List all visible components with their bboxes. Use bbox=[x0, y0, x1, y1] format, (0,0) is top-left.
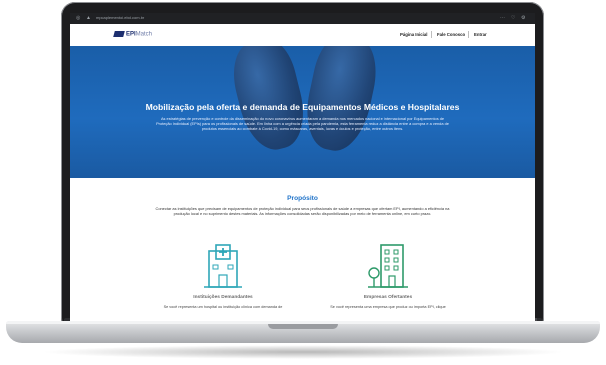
settings-icon[interactable]: ⚙ bbox=[521, 15, 525, 21]
logo-text-secondary: Match bbox=[135, 31, 153, 38]
nav-entrar[interactable]: Entrar bbox=[474, 32, 487, 37]
site-logo[interactable]: EPIMatch bbox=[113, 31, 153, 38]
hero-description: As estratégias de prevenção e controle d… bbox=[156, 116, 449, 132]
heart-icon[interactable]: ♡ bbox=[511, 15, 515, 21]
logo-mark-icon bbox=[113, 31, 125, 37]
laptop-screen: ◎ ▲ mpcaplementoi.ebd.com.br ⋯ ♡ ⚙ EPIMa… bbox=[70, 13, 535, 321]
site-header: EPIMatch Página Inicial Fale Conosco Ent… bbox=[70, 24, 535, 47]
laptop-shadow bbox=[40, 345, 566, 359]
shield-icon[interactable]: ◎ bbox=[76, 15, 80, 21]
laptop-notch bbox=[268, 324, 338, 329]
logo-text: EPI bbox=[126, 31, 136, 38]
left-glove-image bbox=[225, 46, 313, 156]
browser-toolbar: ◎ ▲ mpcaplementoi.ebd.com.br ⋯ ♡ ⚙ bbox=[70, 13, 535, 24]
card-title-instituicoes: Instituições Demandantes bbox=[193, 295, 253, 300]
hero-banner: Mobilização pela oferta e demanda de Equ… bbox=[70, 46, 535, 178]
nav-divider bbox=[468, 31, 469, 38]
card-title-empresas: Empresas Ofertantes bbox=[363, 295, 413, 300]
hospital-icon[interactable] bbox=[203, 243, 243, 289]
nav-fale-conosco[interactable]: Fale Conosco bbox=[437, 32, 465, 37]
lock-icon: ▲ bbox=[86, 15, 91, 21]
proposito-title: Propósito bbox=[287, 195, 318, 202]
card-text-instituicoes: Se você representa um hospital ou instit… bbox=[163, 305, 283, 309]
proposito-text: Conectar as instituições que precisam de… bbox=[155, 206, 450, 217]
address-bar[interactable]: mpcaplementoi.ebd.com.br bbox=[96, 15, 144, 20]
hero-title: Mobilização pela oferta e demanda de Equ… bbox=[145, 102, 460, 112]
ellipsis-icon[interactable]: ⋯ bbox=[500, 15, 505, 21]
nav-pagina-inicial[interactable]: Página Inicial bbox=[400, 32, 427, 37]
building-icon[interactable] bbox=[367, 243, 409, 289]
nav-divider bbox=[431, 31, 432, 38]
card-text-empresas: Se você representa uma empresa que produ… bbox=[330, 305, 446, 309]
